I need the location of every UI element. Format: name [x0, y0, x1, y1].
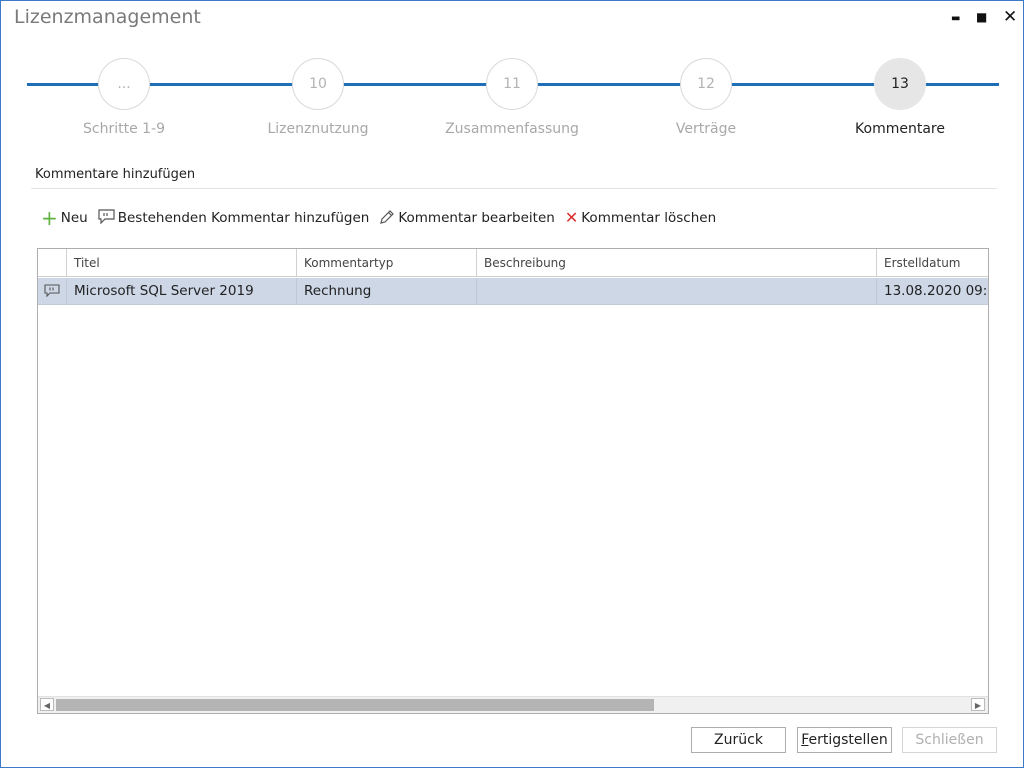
step-circle-12[interactable]: 12	[680, 58, 732, 110]
edit-comment-label: Kommentar bearbeiten	[398, 210, 555, 226]
finish-label: ertigstellen	[808, 732, 888, 748]
edit-comment-button[interactable]: Kommentar bearbeiten	[379, 209, 555, 228]
plus-icon: +	[41, 206, 58, 230]
scroll-left-icon[interactable]: ◀	[40, 698, 54, 711]
finish-button[interactable]: Fertigstellen	[797, 727, 892, 753]
close-window-button[interactable]: ✕	[1003, 7, 1018, 27]
grid-header-erstelldatum[interactable]: Erstelldatum	[877, 249, 988, 277]
row-comment-icon	[38, 278, 67, 304]
window-title: Lizenzmanagement	[14, 6, 201, 28]
step-circle-10[interactable]: 10	[292, 58, 344, 110]
delete-x-icon: ✕	[564, 208, 579, 227]
back-button[interactable]: Zurück	[691, 727, 786, 753]
table-row[interactable]: Microsoft SQL Server 2019 Rechnung 13.08…	[38, 278, 988, 305]
close-icon: ✕	[1003, 7, 1018, 27]
step-label-lizenznutzung[interactable]: Lizenznutzung	[218, 121, 418, 137]
horizontal-scrollbar[interactable]: ◀ ▶	[38, 696, 988, 713]
comment-icon	[98, 209, 115, 227]
step-label-schritte[interactable]: Schritte 1-9	[24, 121, 224, 137]
add-existing-comment-label: Bestehenden Kommentar hinzufügen	[117, 210, 370, 226]
grid-header-icon	[38, 249, 67, 277]
step-circle-1-9[interactable]: ...	[98, 58, 150, 110]
delete-comment-label: Kommentar löschen	[581, 210, 717, 226]
scroll-right-icon[interactable]: ▶	[971, 698, 985, 711]
grid-header-kommentartyp[interactable]: Kommentartyp	[297, 249, 477, 277]
maximize-button[interactable]: ■	[976, 9, 987, 25]
comments-grid: Titel Kommentartyp Beschreibung Erstelld…	[37, 248, 989, 714]
step-circle-13[interactable]: 13	[874, 58, 926, 110]
grid-header-beschreibung[interactable]: Beschreibung	[477, 249, 877, 277]
section-divider	[31, 188, 997, 189]
close-button: Schließen	[902, 727, 997, 753]
license-management-window: Lizenzmanagement ▬ ■ ✕ ... 10 11 12 13 S…	[0, 0, 1024, 768]
comment-toolbar: + Neu Bestehenden Kommentar hinzufügen K…	[41, 208, 726, 228]
step-label-zusammenfassung[interactable]: Zusammenfassung	[412, 121, 612, 137]
step-label-vertraege[interactable]: Verträge	[606, 121, 806, 137]
minimize-button[interactable]: ▬	[951, 9, 960, 27]
finish-accesskey: F	[801, 732, 809, 748]
cell-kommentartyp[interactable]: Rechnung	[297, 278, 477, 304]
minimize-icon: ▬	[951, 13, 961, 24]
step-label-kommentare[interactable]: Kommentare	[800, 121, 1000, 137]
section-title: Kommentare hinzufügen	[35, 167, 196, 182]
step-circle-11[interactable]: 11	[486, 58, 538, 110]
delete-comment-button[interactable]: ✕ Kommentar löschen	[564, 208, 717, 227]
cell-titel[interactable]: Microsoft SQL Server 2019	[67, 278, 297, 304]
maximize-icon: ■	[976, 10, 988, 24]
add-existing-comment-button[interactable]: Bestehenden Kommentar hinzufügen	[98, 209, 370, 227]
pencil-icon	[379, 209, 395, 228]
new-comment-label: Neu	[60, 210, 88, 226]
scrollbar-thumb[interactable]	[56, 699, 654, 711]
grid-header-titel[interactable]: Titel	[67, 249, 297, 277]
cell-beschreibung[interactable]	[477, 278, 877, 304]
new-comment-button[interactable]: + Neu	[41, 206, 88, 230]
cell-erstelldatum[interactable]: 13.08.2020 09:31	[877, 278, 988, 304]
